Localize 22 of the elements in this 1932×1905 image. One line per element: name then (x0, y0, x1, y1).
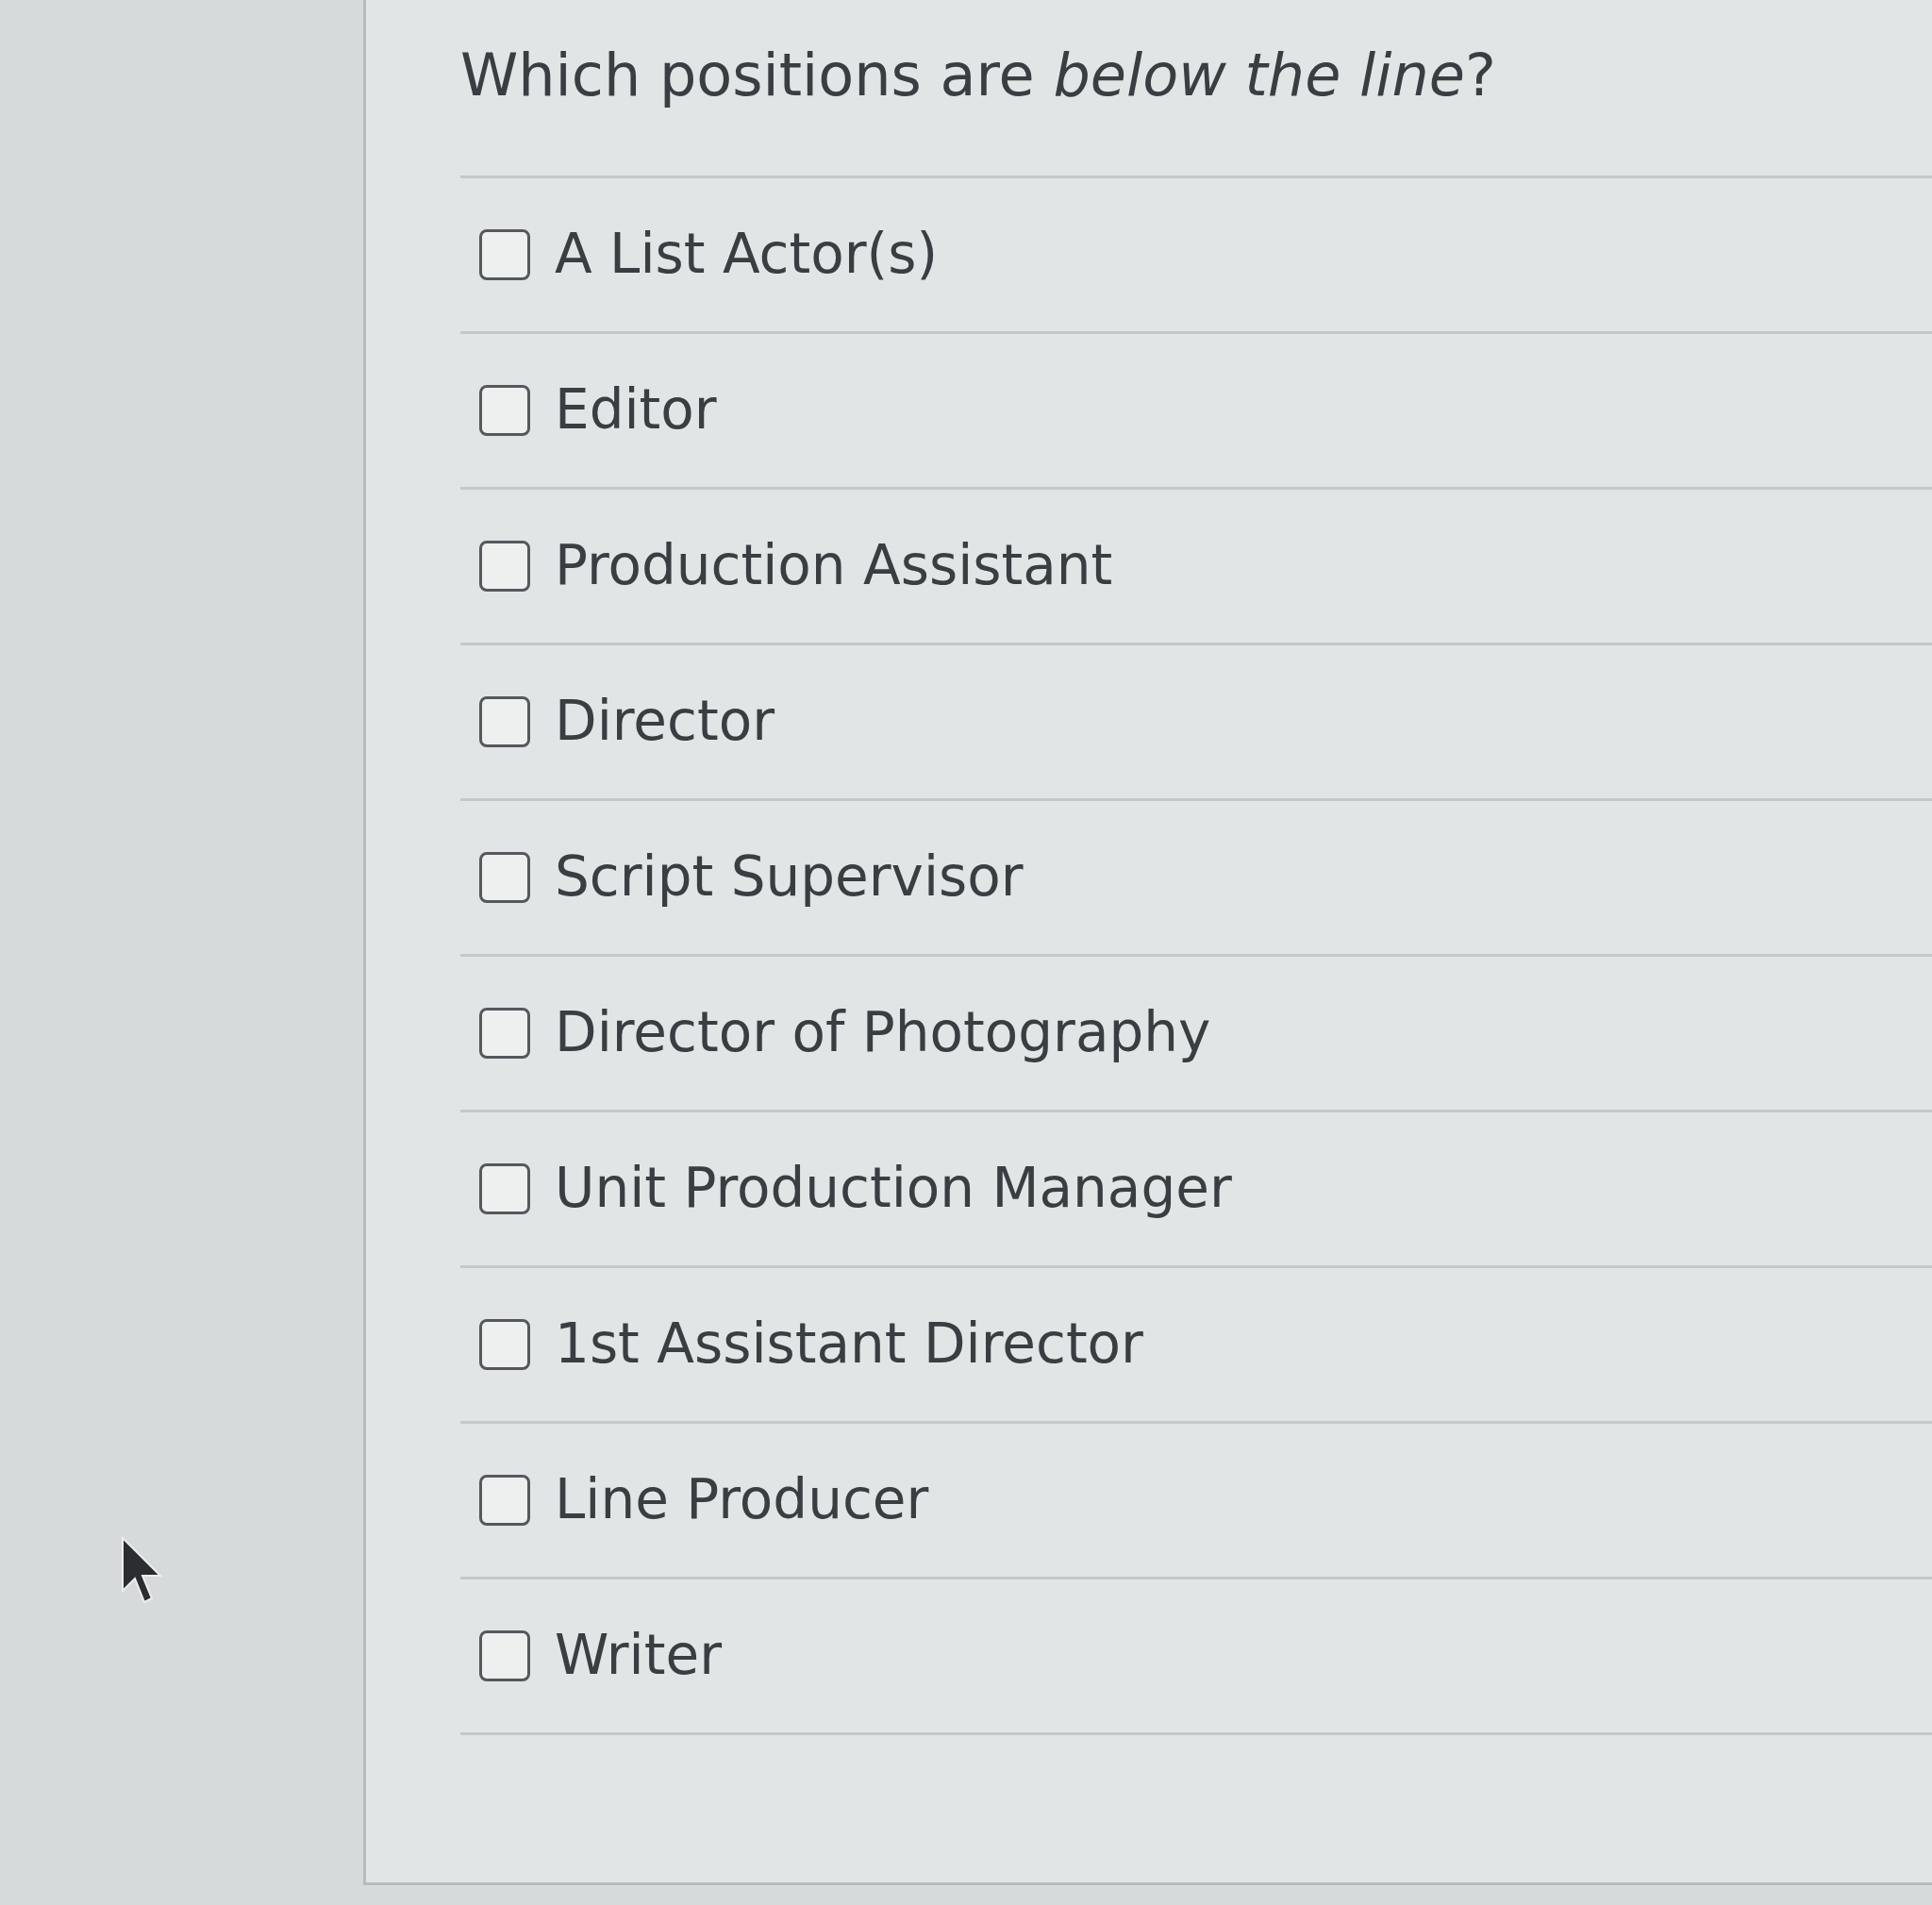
question-text: Which positions are below the line? (460, 40, 1497, 111)
checkbox[interactable] (479, 228, 530, 280)
option-label: Editor (555, 376, 717, 444)
option-label: Director of Photography (555, 999, 1211, 1067)
mouse-cursor-icon (121, 1536, 164, 1604)
checkbox[interactable] (479, 851, 530, 903)
checkbox[interactable] (479, 1162, 530, 1214)
option-label: Line Producer (555, 1466, 929, 1534)
checkbox[interactable] (479, 1474, 530, 1526)
option-label: A List Actor(s) (555, 221, 939, 289)
option-label: Writer (555, 1622, 722, 1690)
checkbox[interactable] (479, 695, 530, 747)
option-label: Unit Production Manager (555, 1155, 1232, 1223)
checkbox[interactable] (479, 1629, 530, 1681)
checkbox[interactable] (479, 540, 530, 592)
option-label: Director (555, 688, 774, 756)
option-label: Script Supervisor (555, 844, 1024, 911)
option-label: Production Assistant (555, 532, 1113, 600)
checkbox[interactable] (479, 1007, 530, 1059)
checkbox[interactable] (479, 384, 530, 436)
option-label: 1st Assistant Director (555, 1311, 1143, 1379)
checkbox[interactable] (479, 1318, 530, 1370)
